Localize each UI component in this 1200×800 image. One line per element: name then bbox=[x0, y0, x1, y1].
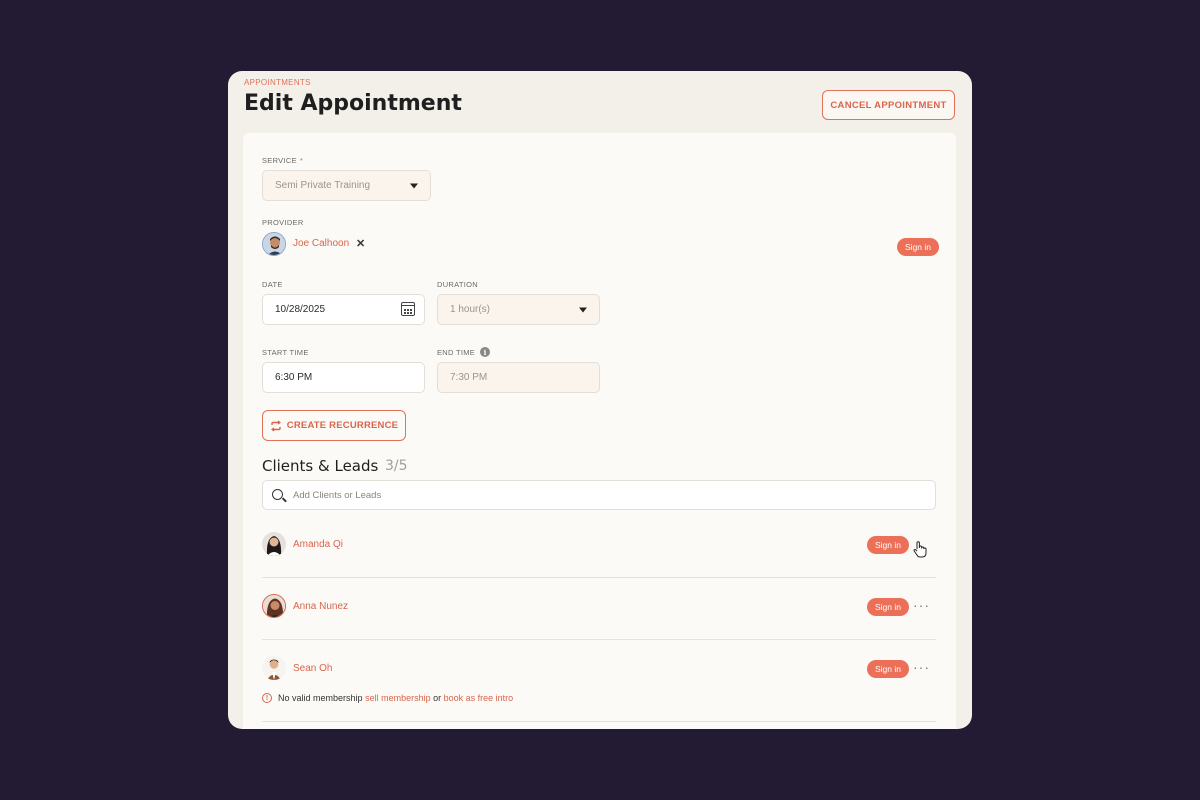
service-label-text: SERVICE bbox=[262, 156, 297, 165]
warning-joiner: or bbox=[433, 693, 442, 703]
clients-section-title: Clients & Leads bbox=[262, 457, 379, 475]
service-label: SERVICE * bbox=[262, 156, 303, 165]
sell-membership-link[interactable]: sell membership bbox=[365, 693, 431, 703]
appointment-form-card: SERVICE * Semi Private Training PROVIDER … bbox=[243, 133, 956, 729]
client-name-link[interactable]: Sean Oh bbox=[293, 663, 332, 674]
client-search-input[interactable] bbox=[293, 481, 913, 509]
required-mark: * bbox=[299, 156, 304, 165]
client-sign-in-button[interactable]: Sign in bbox=[867, 660, 909, 678]
app-window: APPOINTMENTS Edit Appointment CANCEL APP… bbox=[228, 71, 972, 729]
end-time-field: 7:30 PM bbox=[437, 362, 600, 393]
client-name-link[interactable]: Amanda Qi bbox=[293, 539, 343, 550]
duration-value: 1 hour(s) bbox=[450, 304, 491, 315]
client-sign-in-button[interactable]: Sign in bbox=[867, 598, 909, 616]
end-time-value: 7:30 PM bbox=[450, 372, 488, 383]
client-avatar bbox=[262, 594, 286, 618]
hand-pointer-icon bbox=[913, 541, 927, 558]
breadcrumb[interactable]: APPOINTMENTS bbox=[244, 78, 311, 87]
membership-warning: ! No valid membership sell membership or… bbox=[262, 693, 513, 703]
page-title: Edit Appointment bbox=[244, 91, 462, 116]
more-options-icon[interactable]: ··· bbox=[913, 598, 930, 612]
chevron-down-icon bbox=[410, 183, 418, 188]
list-divider bbox=[262, 639, 936, 640]
provider-sign-in-button[interactable]: Sign in bbox=[897, 238, 939, 256]
service-select[interactable]: Semi Private Training bbox=[262, 170, 431, 201]
clients-count: 3/5 bbox=[385, 458, 408, 474]
client-search-box bbox=[262, 480, 936, 510]
info-icon[interactable]: i bbox=[480, 347, 490, 357]
search-icon bbox=[272, 489, 283, 500]
create-recurrence-label: CREATE RECURRENCE bbox=[286, 420, 399, 431]
chevron-down-icon bbox=[579, 307, 587, 312]
start-time-value: 6:30 PM bbox=[275, 372, 313, 383]
end-time-label: END TIME bbox=[437, 348, 476, 357]
date-field[interactable]: 10/28/2025 bbox=[262, 294, 425, 325]
cancel-appointment-button[interactable]: CANCEL APPOINTMENT bbox=[822, 90, 955, 120]
create-recurrence-button[interactable]: CREATE RECURRENCE bbox=[262, 410, 406, 441]
duration-select[interactable]: 1 hour(s) bbox=[437, 294, 600, 325]
client-avatar bbox=[262, 656, 286, 680]
date-label: DATE bbox=[262, 280, 283, 289]
client-avatar bbox=[262, 532, 286, 556]
warning-text: No valid membership bbox=[278, 693, 363, 703]
client-sign-in-button[interactable]: Sign in bbox=[867, 536, 909, 554]
service-select-value: Semi Private Training bbox=[275, 180, 371, 191]
date-value: 10/28/2025 bbox=[275, 304, 326, 315]
remove-provider-icon[interactable]: ✕ bbox=[356, 237, 365, 250]
start-time-label: START TIME bbox=[262, 348, 309, 357]
alert-icon: ! bbox=[262, 693, 272, 703]
repeat-icon bbox=[270, 419, 281, 432]
duration-label: DURATION bbox=[437, 280, 479, 289]
list-divider bbox=[262, 721, 936, 722]
more-options-icon[interactable]: ··· bbox=[913, 660, 930, 674]
client-name-link[interactable]: Anna Nunez bbox=[293, 601, 348, 612]
list-divider bbox=[262, 577, 936, 578]
provider-avatar bbox=[262, 232, 286, 256]
provider-name-link[interactable]: Joe Calhoon bbox=[293, 238, 349, 249]
calendar-icon[interactable] bbox=[401, 302, 415, 316]
start-time-field[interactable]: 6:30 PM bbox=[262, 362, 425, 393]
provider-label: PROVIDER bbox=[262, 218, 304, 227]
book-free-intro-link[interactable]: book as free intro bbox=[444, 693, 514, 703]
